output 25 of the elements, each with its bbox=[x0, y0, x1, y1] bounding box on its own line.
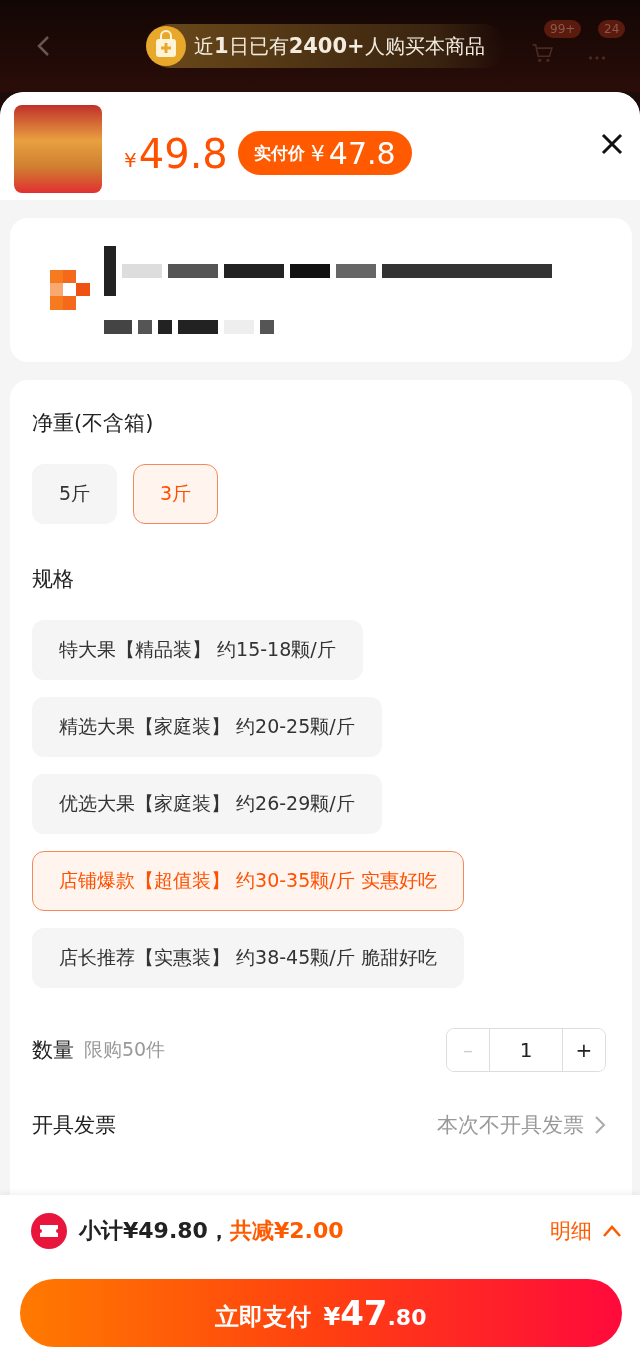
option-group-title: 净重(不含箱) bbox=[32, 410, 154, 437]
option-chip[interactable]: 店长推荐【实惠装】 约38-45颗/斤 脆甜好吃 bbox=[32, 928, 464, 988]
discount-text: 共减¥2.00 bbox=[229, 1217, 344, 1245]
option-chip[interactable]: 精选大果【家庭装】 约20-25颗/斤 bbox=[32, 697, 382, 757]
option-chip[interactable]: 5斤 bbox=[32, 464, 118, 524]
shop-logo-icon bbox=[50, 270, 90, 310]
option-group-title: 规格 bbox=[32, 566, 74, 593]
pay-now-button[interactable]: 立即支付 ¥47.80 bbox=[20, 1279, 622, 1347]
invoice-label: 开具发票 bbox=[32, 1112, 116, 1139]
option-chip[interactable]: 优选大果【家庭装】 约26-29颗/斤 bbox=[32, 774, 382, 834]
subtotal-text: 小计¥49.80， bbox=[79, 1217, 230, 1245]
purchase-limit-text: 限购50件 bbox=[84, 1037, 166, 1062]
cart-badge: 99+ bbox=[544, 20, 582, 38]
chevron-up-icon[interactable] bbox=[602, 1224, 622, 1238]
purchase-count-text: 近1日已有2400+人购买本商品 bbox=[194, 32, 485, 60]
chevron-right-icon[interactable] bbox=[594, 1115, 606, 1135]
product-price: 49.8 bbox=[138, 131, 228, 177]
option-chip[interactable]: 特大果【精品装】 约15-18颗/斤 bbox=[32, 620, 363, 680]
currency-symbol: ¥ bbox=[124, 148, 137, 172]
close-icon[interactable] bbox=[600, 132, 624, 156]
coupon-icon bbox=[31, 1213, 67, 1249]
quantity-label: 数量 bbox=[32, 1037, 74, 1064]
final-price-badge: 实付价 ¥47.8 bbox=[237, 131, 412, 175]
message-badge: 24 bbox=[598, 20, 626, 38]
shopping-bag-icon bbox=[146, 26, 186, 66]
